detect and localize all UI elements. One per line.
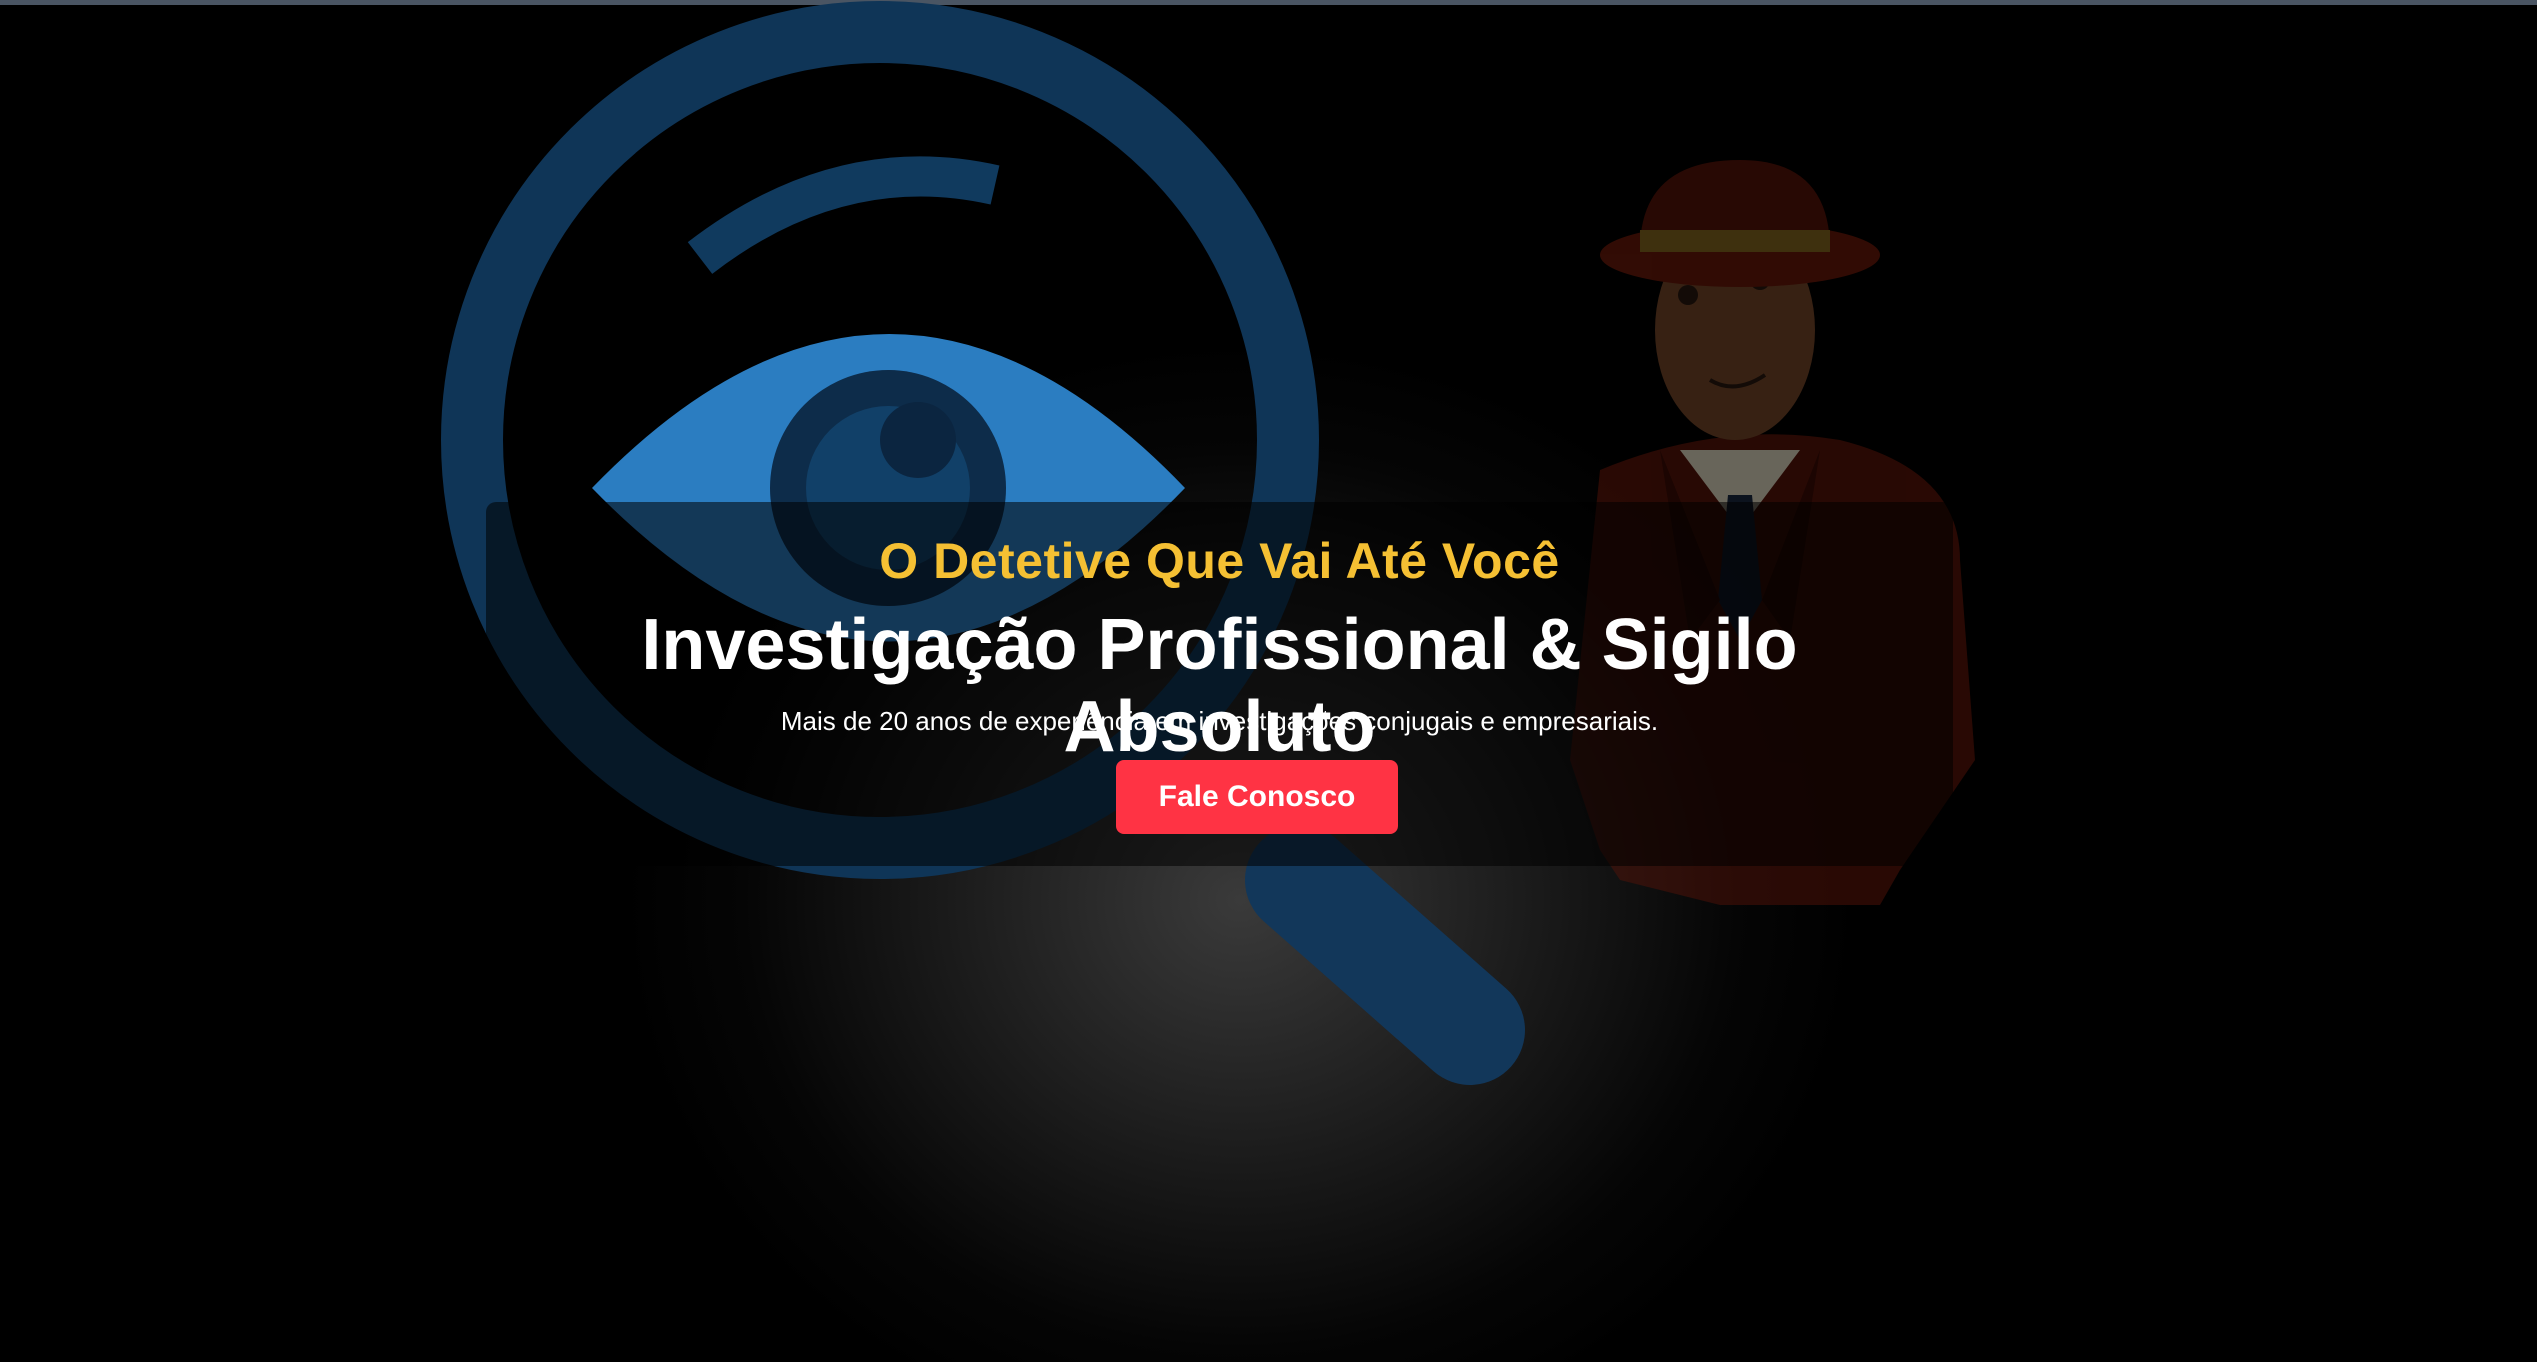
hero-subtext: Mais de 20 anos de experiência em invest… bbox=[780, 706, 1659, 736]
hero-page: O Detetive Que Vai Até Você Investigação… bbox=[0, 0, 2537, 1362]
hero-card: O Detetive Que Vai Até Você Investigação… bbox=[486, 502, 1953, 866]
hero-tagline: O Detetive Que Vai Até Você bbox=[879, 533, 1560, 589]
hero-headline: Investigação Profissional & Sigilo Absol… bbox=[641, 605, 1798, 767]
contact-button[interactable]: Fale Conosco bbox=[1116, 760, 1398, 834]
